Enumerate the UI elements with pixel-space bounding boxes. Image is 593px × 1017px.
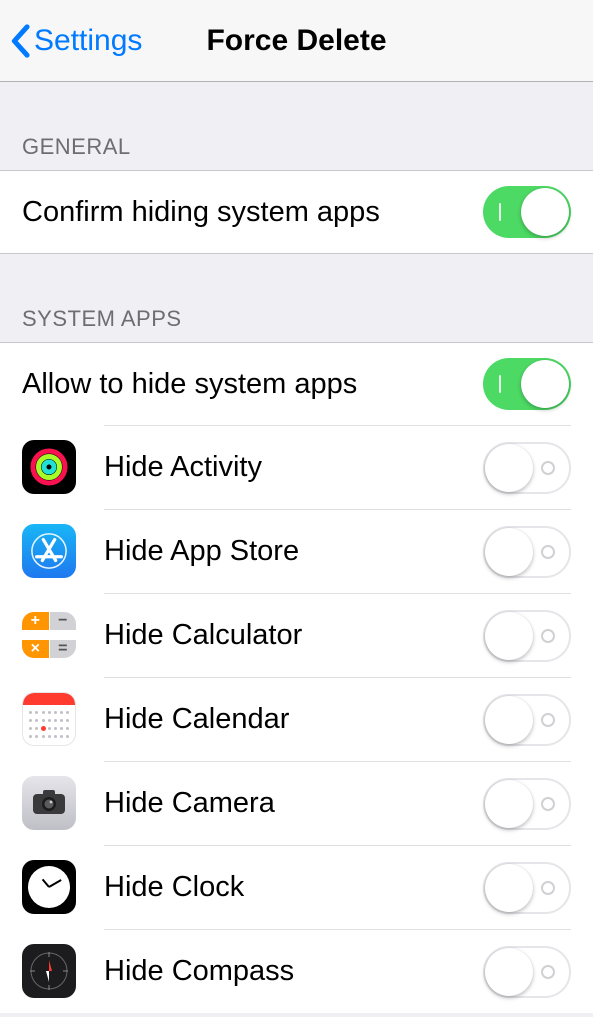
row-hide-app-store: Hide App Store [0,509,593,593]
back-button[interactable]: Settings [10,0,142,81]
row-hide-calculator: +− ×= Hide Calculator [0,593,593,677]
hide-compass-switch[interactable] [483,946,571,998]
row-hide-activity: Hide Activity [0,425,593,509]
hide-activity-label: Hide Activity [104,451,483,484]
hide-calculator-label: Hide Calculator [104,619,483,652]
compass-app-icon [22,944,76,998]
hide-activity-switch[interactable] [483,442,571,494]
allow-hide-switch[interactable] [483,358,571,410]
switch-knob [521,360,569,408]
switch-knob [485,948,533,996]
hide-compass-label: Hide Compass [104,955,483,988]
confirm-hiding-switch[interactable] [483,186,571,238]
switch-knob [485,864,533,912]
switch-knob [485,444,533,492]
switch-knob [485,696,533,744]
hide-app-store-switch[interactable] [483,526,571,578]
navbar: Settings Force Delete [0,0,593,82]
camera-app-icon [22,776,76,830]
hide-calendar-switch[interactable] [483,694,571,746]
row-hide-clock: Hide Clock [0,845,593,929]
section-header-general: General [0,82,593,170]
section-header-system-apps: System Apps [0,254,593,342]
hide-clock-label: Hide Clock [104,871,483,904]
hide-calculator-switch[interactable] [483,610,571,662]
activity-app-icon [22,440,76,494]
clock-app-icon [22,860,76,914]
switch-knob [485,528,533,576]
confirm-hiding-label: Confirm hiding system apps [22,196,483,229]
app-store-app-icon [22,524,76,578]
allow-hide-label: Allow to hide system apps [22,368,483,401]
switch-knob [521,188,569,236]
switch-knob [485,612,533,660]
row-hide-compass: Hide Compass [0,929,593,1013]
switch-knob [485,780,533,828]
hide-camera-label: Hide Camera [104,787,483,820]
back-label: Settings [34,24,142,58]
calendar-app-icon [22,692,76,746]
hide-app-store-label: Hide App Store [104,535,483,568]
row-hide-calendar: Hide Calendar [0,677,593,761]
row-confirm-hiding: Confirm hiding system apps [0,171,593,253]
group-system-apps: Allow to hide system apps Hide Activity [0,342,593,1013]
row-allow-hide: Allow to hide system apps [0,343,593,425]
hide-calendar-label: Hide Calendar [104,703,483,736]
row-hide-camera: Hide Camera [0,761,593,845]
calculator-app-icon: +− ×= [22,608,76,662]
hide-clock-switch[interactable] [483,862,571,914]
group-general: Confirm hiding system apps [0,170,593,254]
hide-camera-switch[interactable] [483,778,571,830]
chevron-left-icon [10,24,30,58]
